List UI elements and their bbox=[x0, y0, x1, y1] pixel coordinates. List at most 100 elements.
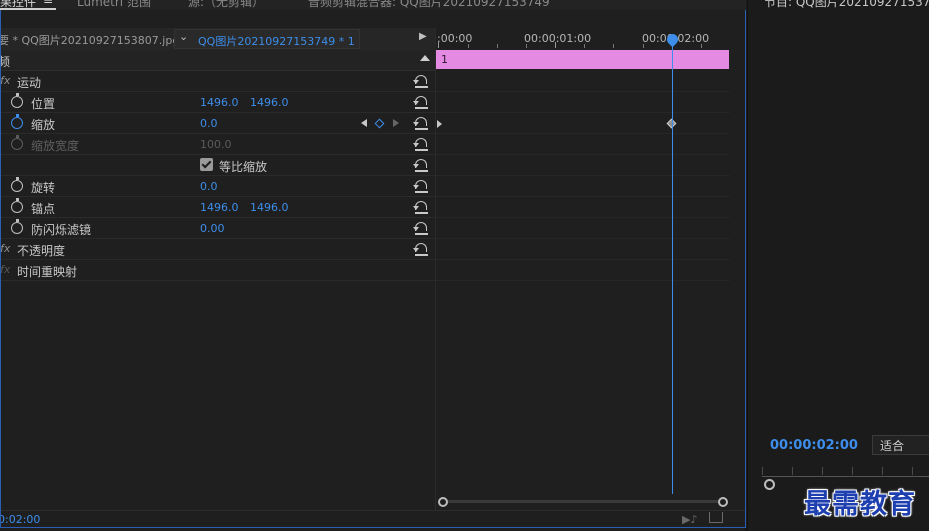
scale-value[interactable]: 0.0 bbox=[200, 117, 218, 130]
effect-controls-footer bbox=[0, 510, 746, 528]
anchor-label: 锚点 bbox=[31, 202, 56, 216]
uniform-scale-label: 等比缩放 bbox=[219, 160, 268, 174]
timeline-row-divider bbox=[436, 112, 730, 113]
scrub-handle[interactable] bbox=[764, 479, 775, 490]
fx-badge[interactable]: fx bbox=[0, 263, 10, 276]
ruler-label: 00:00:01:00 bbox=[524, 32, 592, 45]
property-row-anchor-point: 锚点 1496.0 1496.0 bbox=[0, 197, 435, 218]
tab-menu-icon[interactable]: ≡ bbox=[43, 0, 53, 7]
keyframe-timeline[interactable] bbox=[435, 28, 730, 510]
export-icon[interactable] bbox=[709, 512, 723, 523]
ruler-tick bbox=[526, 44, 527, 48]
effect-row-opacity[interactable]: fx 不透明度 bbox=[0, 239, 435, 260]
program-timecode[interactable]: 00:00:02:00 bbox=[770, 438, 858, 453]
scale-width-value: 100.0 bbox=[200, 138, 232, 151]
reset-icon[interactable] bbox=[413, 199, 428, 214]
time-remap-label: 时间重映射 bbox=[17, 265, 78, 279]
clip-bar[interactable] bbox=[436, 50, 729, 69]
next-keyframe-icon[interactable] bbox=[393, 119, 399, 127]
zoom-level-value[interactable]: 适合 bbox=[880, 437, 904, 454]
timeline-row-divider bbox=[436, 91, 730, 92]
anchor-x-value[interactable]: 1496.0 bbox=[200, 201, 239, 214]
collapse-arrow-icon[interactable] bbox=[420, 55, 430, 61]
stopwatch-icon[interactable] bbox=[11, 219, 23, 234]
position-y-value[interactable]: 1496.0 bbox=[250, 96, 289, 109]
reset-icon[interactable] bbox=[413, 220, 428, 235]
watermark-logo: 最需教育 bbox=[804, 489, 916, 520]
add-keyframe-icon[interactable] bbox=[374, 118, 385, 129]
property-row-scale-width: 缩放宽度 100.0 bbox=[0, 134, 435, 155]
fx-badge[interactable]: fx bbox=[0, 74, 10, 87]
anchor-y-value[interactable]: 1496.0 bbox=[250, 201, 289, 214]
scrub-tick bbox=[822, 467, 823, 475]
tab-lumetri-scopes[interactable]: Lumetri 范围 bbox=[77, 0, 151, 10]
property-row-rotation: 旋转 0.0 bbox=[0, 176, 435, 197]
play-triangle-icon[interactable]: ▶ bbox=[419, 31, 427, 42]
scrub-tick bbox=[882, 467, 883, 475]
position-label: 位置 bbox=[31, 97, 56, 111]
antiflicker-label: 防闪烁滤镜 bbox=[31, 223, 92, 237]
property-row-position: 位置 1496.0 1496.0 bbox=[0, 92, 435, 113]
program-monitor-title[interactable]: 节目: QQ图片20210927153749 bbox=[764, 0, 929, 10]
clip-bar-label: 1 bbox=[441, 53, 448, 66]
reset-icon[interactable] bbox=[413, 241, 428, 256]
antiflicker-value[interactable]: 0.00 bbox=[200, 222, 225, 235]
position-x-value[interactable]: 1496.0 bbox=[200, 96, 239, 109]
reset-icon[interactable] bbox=[413, 178, 428, 193]
previous-keyframe-icon[interactable] bbox=[361, 119, 367, 127]
timeline-row-divider bbox=[436, 217, 730, 218]
uniform-scale-checkbox[interactable] bbox=[200, 158, 213, 171]
panel-tab-strip: 果控件 ≡ Lumetri 范围 源:（无剪辑） 音频剪辑混合器: QQ图片20… bbox=[0, 0, 746, 10]
playhead-line[interactable] bbox=[672, 38, 673, 494]
motion-label: 运动 bbox=[17, 76, 42, 90]
property-row-uniform-scale: 等比缩放 bbox=[0, 155, 435, 176]
clip-dropdown-value[interactable]: QQ图片20210927153749 * 1 bbox=[198, 33, 355, 49]
ruler-tick bbox=[701, 44, 702, 48]
zoom-handle-left[interactable] bbox=[438, 497, 448, 507]
reset-icon[interactable] bbox=[413, 136, 428, 151]
ruler-tick bbox=[613, 44, 614, 48]
scale-width-label: 缩放宽度 bbox=[31, 139, 80, 153]
ruler-tick bbox=[643, 44, 644, 48]
stopwatch-icon[interactable] bbox=[11, 114, 23, 129]
stopwatch-icon bbox=[11, 135, 23, 150]
keyframe-marker-start-icon[interactable] bbox=[437, 120, 442, 128]
scrub-tick bbox=[792, 467, 793, 475]
current-time-display[interactable]: 0:02:00 bbox=[0, 513, 40, 526]
reset-icon[interactable] bbox=[413, 157, 428, 172]
stopwatch-icon[interactable] bbox=[11, 198, 23, 213]
play-audio-icon[interactable]: ▶♪ bbox=[682, 513, 697, 526]
property-row-scale: 缩放 0.0 bbox=[0, 113, 435, 134]
timeline-zoom-scrollbar[interactable] bbox=[443, 500, 723, 503]
timeline-row-divider bbox=[436, 259, 730, 260]
stopwatch-icon[interactable] bbox=[11, 93, 23, 108]
ruler-tick bbox=[497, 44, 498, 48]
zoom-handle-right[interactable] bbox=[718, 497, 728, 507]
tab-source[interactable]: 源:（无剪辑） bbox=[188, 0, 264, 10]
timeline-row-divider bbox=[436, 154, 730, 155]
effect-row-time-remapping[interactable]: fx 时间重映射 bbox=[0, 260, 435, 281]
timeline-row-divider bbox=[436, 280, 730, 281]
scrub-tick bbox=[852, 467, 853, 475]
ruler-tick bbox=[584, 44, 585, 48]
scale-label: 缩放 bbox=[31, 118, 56, 132]
scrub-tick bbox=[912, 467, 913, 475]
chevron-down-icon[interactable]: ⌄ bbox=[179, 30, 188, 43]
fx-badge[interactable]: fx bbox=[0, 242, 10, 255]
rotation-value[interactable]: 0.0 bbox=[200, 180, 218, 193]
timeline-row-divider bbox=[436, 133, 730, 134]
stopwatch-icon[interactable] bbox=[11, 177, 23, 192]
program-scrub-bar[interactable] bbox=[762, 476, 929, 477]
scrub-tick bbox=[762, 467, 763, 475]
effect-row-motion[interactable]: fx 运动 bbox=[0, 71, 435, 92]
ruler-tick bbox=[438, 42, 439, 48]
video-section-header bbox=[0, 50, 435, 71]
rotation-label: 旋转 bbox=[31, 181, 56, 195]
tab-audio-clip-mixer[interactable]: 音频剪辑混合器: QQ图片20210927153749 bbox=[308, 0, 550, 10]
reset-icon[interactable] bbox=[413, 115, 428, 130]
master-clip-label[interactable]: 要 * QQ图片20210927153807.jpg bbox=[0, 32, 179, 48]
timeline-row-divider bbox=[436, 196, 730, 197]
timeline-row-divider bbox=[436, 175, 730, 176]
reset-icon[interactable] bbox=[413, 94, 428, 109]
reset-icon[interactable] bbox=[413, 73, 428, 88]
